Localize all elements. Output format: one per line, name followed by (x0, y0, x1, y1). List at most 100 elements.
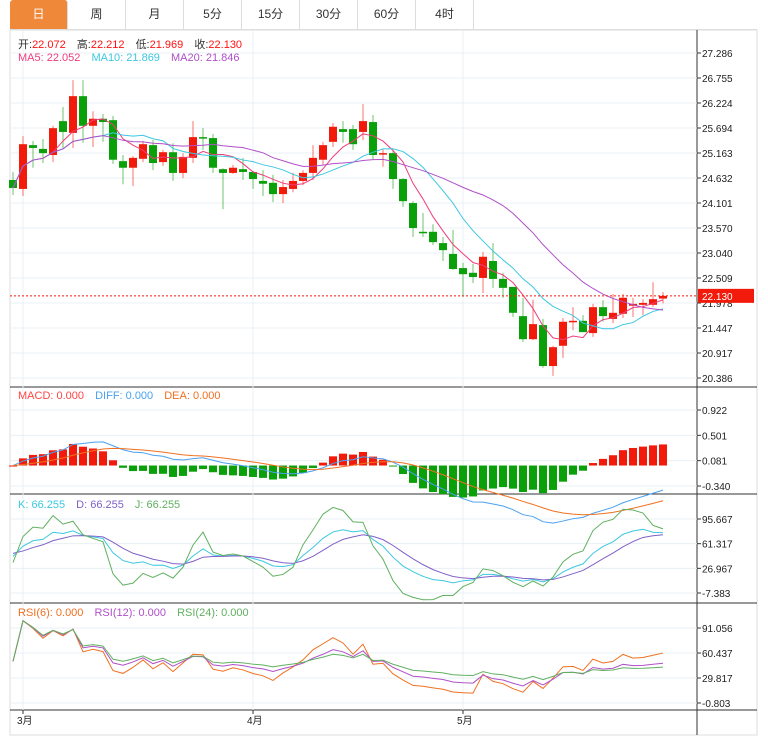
candle-up (379, 153, 387, 155)
candle-down (539, 325, 547, 367)
price-tick-label: 27.286 (702, 49, 733, 60)
candle-down (499, 278, 507, 288)
macd-bar (339, 453, 347, 466)
macd-bar (659, 444, 667, 466)
low-value: 21.969 (149, 39, 184, 51)
macd-bar (429, 465, 437, 493)
macd-bar (309, 465, 317, 469)
macd-bar (179, 465, 187, 476)
candle-down (399, 179, 407, 202)
ohlc-legend: 开:22.072 高:22.212 低:21.969 收:22.130 (18, 36, 250, 52)
macd-bar (639, 446, 647, 466)
macd-bar (529, 465, 537, 490)
candle-up (549, 347, 557, 367)
macd-bar (489, 465, 497, 489)
kdj-tick-label: 26.967 (702, 564, 733, 575)
macd-bar (379, 459, 387, 466)
price-tick-label: 26.755 (702, 74, 733, 85)
candle-down (409, 203, 417, 229)
low-label: 低: (135, 39, 150, 51)
candle-up (179, 156, 187, 173)
rsi6-line (12, 619, 664, 694)
macd-bar (389, 465, 397, 467)
macd-bar (519, 465, 527, 493)
rsi24-line (12, 619, 664, 681)
kdj-tick-label: 61.317 (702, 540, 733, 551)
last-price-label: 22.130 (702, 292, 733, 303)
macd-bar (599, 458, 607, 466)
macd-bar (159, 465, 167, 474)
macd-bar (169, 465, 177, 477)
macd-bar (139, 465, 147, 471)
macd-bar (469, 465, 477, 497)
macd-bar (99, 451, 107, 466)
chart-frame (9, 29, 758, 736)
macd-tick-label: 0.501 (702, 431, 727, 442)
candle-down (259, 180, 267, 184)
macd-bar (149, 465, 157, 474)
macd-bar (129, 465, 137, 472)
candle-up (279, 187, 287, 195)
macd-tick-label: 0.922 (702, 406, 727, 417)
candle-down (269, 182, 277, 195)
ma5-legend: MA5: 22.052 (18, 52, 81, 64)
rsi12-value: RSI(12): 0.000 (94, 607, 167, 619)
candle-down (39, 148, 47, 154)
high-value: 22.212 (90, 39, 125, 51)
macd-bar (199, 465, 207, 470)
j-line (12, 506, 664, 601)
kdj-tick-label: 95.667 (702, 515, 733, 526)
macd-bar (439, 465, 447, 495)
price-tick-label: 25.163 (702, 149, 733, 160)
macd-bar (609, 455, 617, 466)
candle-up (319, 145, 327, 160)
rsi24-value: RSI(24): 0.000 (177, 607, 249, 619)
candle-down (219, 169, 227, 173)
candle-down (209, 138, 217, 168)
high-label: 高: (76, 39, 91, 51)
macd-bar (559, 465, 567, 482)
macd-bar (239, 465, 247, 476)
rsi-tick-label: -0.803 (702, 699, 731, 710)
open-value: 22.072 (32, 39, 66, 51)
dea-value: DEA: 0.000 (164, 390, 221, 402)
candle-down (169, 152, 177, 173)
candle-down (429, 231, 437, 243)
candle-down (389, 153, 397, 180)
j-value: J: 66.255 (134, 499, 181, 511)
macd-bar (619, 450, 627, 466)
candle-down (59, 121, 67, 132)
ma20-legend: MA20: 21.846 (171, 52, 240, 64)
macd-bar (509, 465, 517, 489)
macd-bar (449, 465, 457, 497)
macd-bar (209, 465, 217, 473)
macd-bar (109, 460, 117, 466)
price-tick-label: 23.570 (702, 224, 733, 235)
macd-tick-label: 0.081 (702, 457, 727, 468)
diff-value: DIFF: 0.000 (95, 390, 154, 402)
candle-up (359, 121, 367, 132)
x-axis-label: 4月 (247, 715, 263, 727)
macd-bar (569, 465, 577, 475)
kdj-tick-label: -7.383 (702, 589, 731, 600)
candle-up (529, 324, 537, 340)
macd-bar (229, 465, 237, 476)
macd-legend: MACD: 0.000 DIFF: 0.000 DEA: 0.000 (18, 390, 229, 402)
candle-down (469, 272, 477, 278)
price-tick-label: 23.040 (702, 249, 733, 260)
ma10-line (12, 132, 664, 330)
macd-bar (539, 465, 547, 494)
open-label: 开: (18, 39, 33, 51)
d-value: D: 66.255 (76, 499, 124, 511)
chart-canvas[interactable]: 27.286 26.755 26.224 25.694 25.163 24.632 24.1… (0, 0, 768, 745)
macd-bar (629, 447, 637, 466)
candle-down (519, 316, 527, 340)
candle-down (349, 129, 357, 145)
rsi-tick-label: 91.056 (702, 624, 733, 635)
price-tick-label: 24.632 (702, 174, 733, 185)
candle-up (329, 126, 337, 142)
macd-value: MACD: 0.000 (18, 390, 85, 402)
candle-up (229, 167, 237, 173)
candle-down (439, 243, 447, 251)
candle-down (339, 129, 347, 132)
